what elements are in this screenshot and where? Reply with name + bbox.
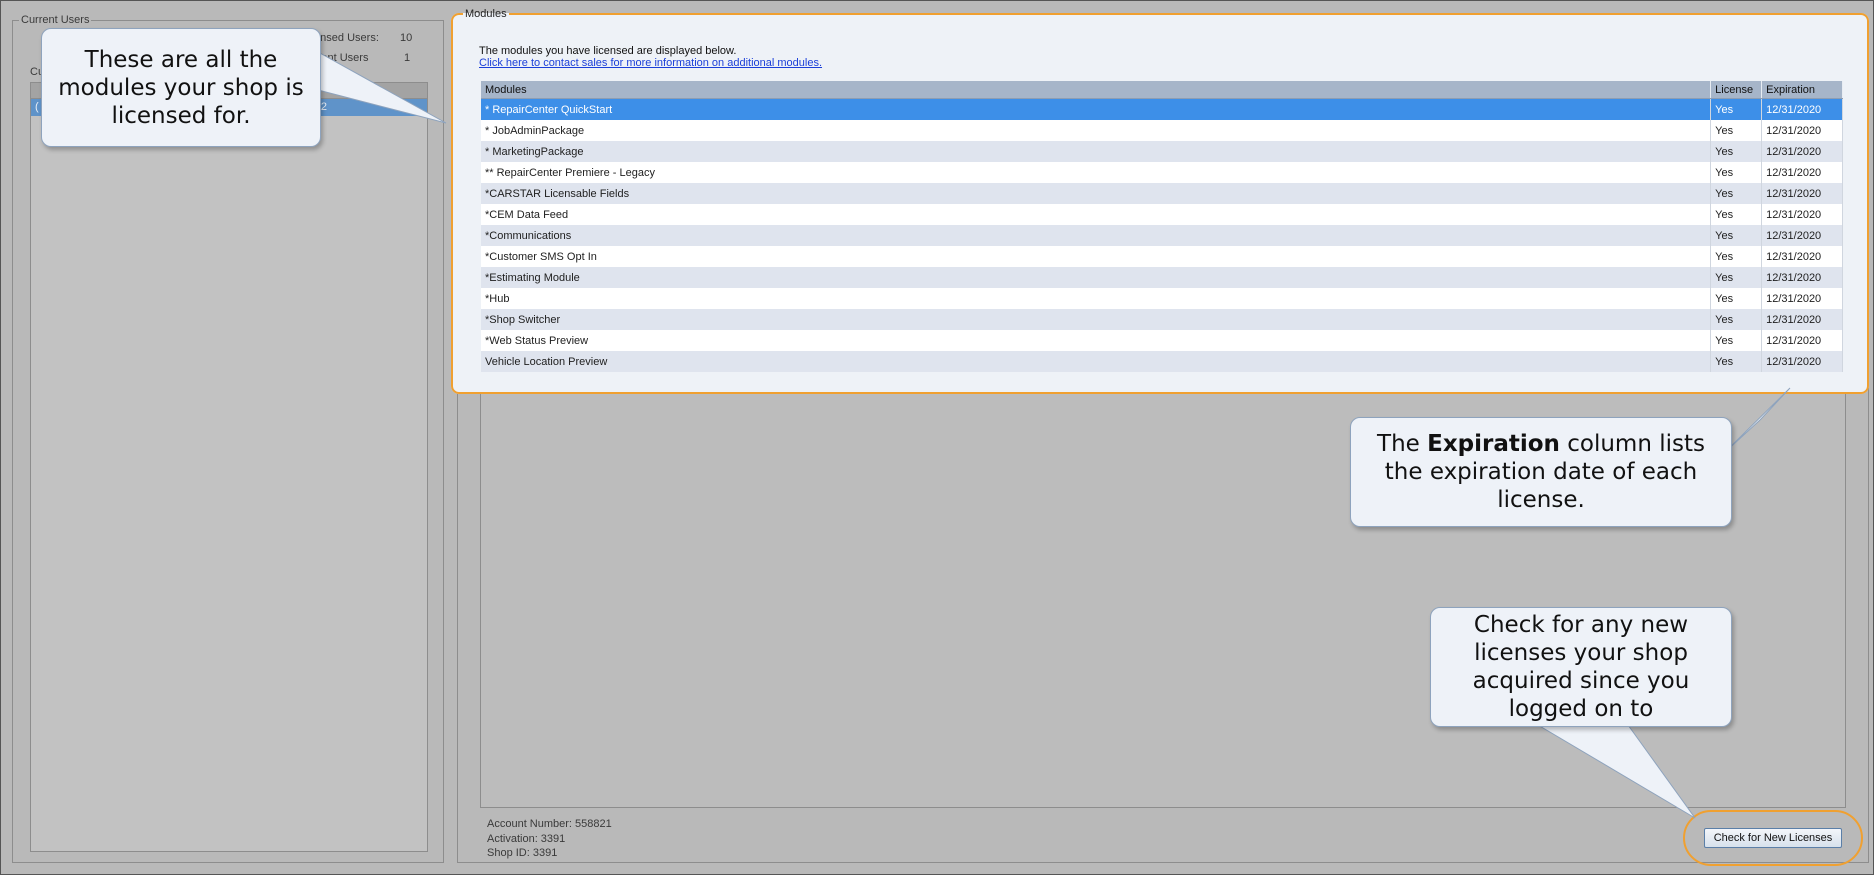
expiration-callout: The Expiration column lists the expirati… <box>1350 417 1732 527</box>
module-name: *Estimating Module <box>481 267 1712 288</box>
check-licenses-callout-text: Check for any new licenses your shop acq… <box>1472 612 1690 722</box>
module-license: Yes <box>1710 351 1763 372</box>
module-row[interactable]: *Hub Yes 12/31/2020 <box>481 288 1843 309</box>
activation-code: Activation: 3391 <box>487 833 566 845</box>
modules-grid-header: Modules License Expiration <box>481 81 1843 99</box>
module-license: Yes <box>1710 246 1763 267</box>
module-expiration: 12/31/2020 <box>1761 141 1843 162</box>
module-row[interactable]: *CARSTAR Licensable Fields Yes 12/31/2020 <box>481 183 1843 204</box>
module-expiration: 12/31/2020 <box>1761 351 1843 372</box>
current-users-row-right: 2 <box>320 101 327 113</box>
module-row[interactable]: Vehicle Location Preview Yes 12/31/2020 <box>481 351 1843 372</box>
module-expiration: 12/31/2020 <box>1761 183 1843 204</box>
module-row[interactable]: ** RepairCenter Premiere - Legacy Yes 12/3… <box>481 162 1843 183</box>
column-header-expiration[interactable]: Expiration <box>1761 81 1843 99</box>
module-row[interactable]: *Customer SMS Opt In Yes 12/31/2020 <box>481 246 1843 267</box>
module-name: *Communications <box>481 225 1712 246</box>
module-expiration: 12/31/2020 <box>1761 162 1843 183</box>
modules-title: Modules <box>465 8 507 20</box>
module-row[interactable]: * RepairCenter QuickStart Yes 12/31/2020 <box>481 98 1843 120</box>
module-license: Yes <box>1710 183 1763 204</box>
module-license: Yes <box>1710 330 1763 351</box>
module-name: Vehicle Location Preview <box>481 351 1712 372</box>
module-license: Yes <box>1710 120 1763 141</box>
contact-sales-link[interactable]: Click here to contact sales for more inf… <box>479 57 822 69</box>
module-expiration: 12/31/2020 <box>1761 98 1843 120</box>
check-for-new-licenses-button[interactable]: Check for New Licenses <box>1704 828 1842 848</box>
module-license: Yes <box>1710 288 1763 309</box>
module-name: * RepairCenter QuickStart <box>481 98 1712 120</box>
module-row[interactable]: *Shop Switcher Yes 12/31/2020 <box>481 309 1843 330</box>
module-license: Yes <box>1710 98 1763 120</box>
module-license: Yes <box>1710 309 1763 330</box>
module-expiration: 12/31/2020 <box>1761 330 1843 351</box>
column-header-modules[interactable]: Modules <box>481 81 1712 99</box>
module-license: Yes <box>1710 225 1763 246</box>
module-name: *Hub <box>481 288 1712 309</box>
modules-callout: These are all the modules your shop is l… <box>41 28 321 147</box>
module-name: *Customer SMS Opt In <box>481 246 1712 267</box>
module-license: Yes <box>1710 141 1763 162</box>
module-row[interactable]: *Communications Yes 12/31/2020 <box>481 225 1843 246</box>
module-license: Yes <box>1710 162 1763 183</box>
module-expiration: 12/31/2020 <box>1761 225 1843 246</box>
module-row[interactable]: *CEM Data Feed Yes 12/31/2020 <box>481 204 1843 225</box>
modules-callout-text: These are all the modules your shop is l… <box>58 46 304 129</box>
module-expiration: 12/31/2020 <box>1761 204 1843 225</box>
module-expiration: 12/31/2020 <box>1761 288 1843 309</box>
module-expiration: 12/31/2020 <box>1761 120 1843 141</box>
module-row[interactable]: * MarketingPackage Yes 12/31/2020 <box>481 141 1843 162</box>
check-licenses-callout: Check for any new licenses your shop acq… <box>1430 607 1732 727</box>
current-users-list[interactable]: ( 2 <box>30 82 428 852</box>
module-name: *Web Status Preview <box>481 330 1712 351</box>
current-users-row-left: ( <box>35 101 39 113</box>
shop-id: Shop ID: 3391 <box>487 847 558 859</box>
module-name: ** RepairCenter Premiere - Legacy <box>481 162 1712 183</box>
licensed-users-value: 10 <box>400 32 413 44</box>
module-name: *CARSTAR Licensable Fields <box>481 183 1712 204</box>
module-license: Yes <box>1710 267 1763 288</box>
module-name: *Shop Switcher <box>481 309 1712 330</box>
module-row[interactable]: *Web Status Preview Yes 12/31/2020 <box>481 330 1843 351</box>
expiration-callout-text: The Expiration column lists the expirati… <box>1377 431 1705 513</box>
current-users-title: Current Users <box>21 14 90 26</box>
modules-intro-text: The modules you have licensed are displa… <box>479 45 737 57</box>
column-header-license[interactable]: License <box>1710 81 1763 99</box>
module-name: * JobAdminPackage <box>481 120 1712 141</box>
module-row[interactable]: *Estimating Module Yes 12/31/2020 <box>481 267 1843 288</box>
modules-grid: Modules License Expiration * RepairCente… <box>481 81 1843 372</box>
module-expiration: 12/31/2020 <box>1761 246 1843 267</box>
module-expiration: 12/31/2020 <box>1761 309 1843 330</box>
module-name: * MarketingPackage <box>481 141 1712 162</box>
module-license: Yes <box>1710 204 1763 225</box>
module-name: *CEM Data Feed <box>481 204 1712 225</box>
current-users-value: 1 <box>404 52 411 64</box>
account-number: Account Number: 558821 <box>487 818 612 830</box>
module-row[interactable]: * JobAdminPackage Yes 12/31/2020 <box>481 120 1843 141</box>
module-expiration: 12/31/2020 <box>1761 267 1843 288</box>
